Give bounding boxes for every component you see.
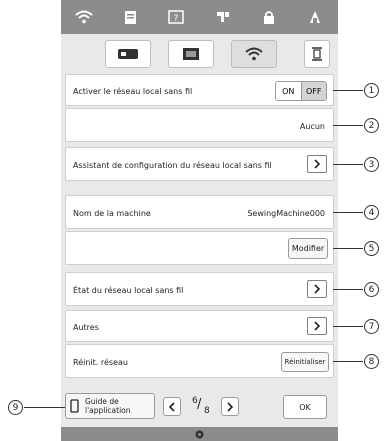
tab-row — [61, 34, 338, 74]
callout-6: 6 — [364, 282, 379, 297]
wifi-icon — [245, 47, 263, 61]
next-page-button[interactable] — [221, 397, 239, 416]
bottom-nav: Guide de l'application 6 / 8 OK — [61, 391, 338, 427]
callout-leader — [333, 248, 363, 249]
machine-name-value: SewingMachine000 — [247, 209, 325, 218]
screen-icon — [183, 48, 199, 60]
ok-button[interactable]: OK — [283, 395, 327, 419]
callout-leader — [333, 90, 363, 91]
others-label: Autres — [73, 323, 99, 332]
wireless-lan-toggle[interactable]: ON OFF — [275, 81, 327, 101]
wireless-lan-label: Activer le réseau local sans fil — [73, 87, 193, 96]
page-slash: / — [197, 397, 202, 412]
callout-leader — [333, 125, 363, 126]
document-icon[interactable] — [117, 6, 143, 28]
wireless-lan-row: Activer le réseau local sans fil ON OFF — [65, 74, 334, 106]
machine-icon — [118, 49, 138, 59]
callout-leader — [24, 407, 65, 408]
network-reset-row: Réinit. réseau Réinitialiser — [65, 344, 334, 378]
svg-text:?: ? — [174, 14, 179, 24]
top-toolbar: ? — [61, 0, 338, 34]
modify-button[interactable]: Modifier — [288, 238, 328, 259]
page-total: 8 — [204, 406, 210, 416]
callout-7: 7 — [364, 319, 379, 334]
tab-wifi[interactable] — [231, 40, 277, 68]
phone-icon — [70, 399, 79, 413]
app-guide-line1: Guide de — [85, 397, 119, 406]
toggle-on-button[interactable]: ON — [276, 82, 301, 100]
bottom-status-bar — [61, 427, 338, 441]
callout-leader — [333, 361, 363, 362]
app-guide-label: Guide de l'application — [85, 397, 131, 415]
settings-screen: ? Activer le réseau local sans fil ON OF… — [61, 0, 338, 441]
wireless-status-label: État du réseau local sans fil — [73, 286, 184, 295]
setup-wizard-label: Assistant de configuration du réseau loc… — [73, 161, 272, 170]
chevron-right-icon[interactable] — [307, 280, 327, 298]
callout-leader — [333, 164, 363, 165]
callout-8: 8 — [364, 354, 379, 369]
callout-leader — [333, 326, 363, 327]
app-guide-line2: l'application — [85, 406, 131, 415]
machine-name-label: Nom de la machine — [73, 209, 151, 218]
machine-name-row: Nom de la machine SewingMachine000 — [65, 195, 334, 229]
wireless-status-row[interactable]: État du réseau local sans fil — [65, 272, 334, 306]
prev-page-button[interactable] — [163, 397, 181, 416]
callout-leader — [333, 212, 363, 213]
callout-4: 4 — [364, 205, 379, 220]
network-reset-label: Réinit. réseau — [73, 358, 128, 367]
callout-5: 5 — [364, 241, 379, 256]
wifi-icon[interactable] — [71, 6, 97, 28]
callout-leader — [333, 289, 363, 290]
reset-button[interactable]: Réinitialiser — [281, 352, 329, 372]
expand-button[interactable] — [304, 40, 330, 68]
network-value-row: Aucun — [65, 108, 334, 142]
page-indicator: 6 / 8 — [187, 395, 215, 419]
chevron-right-icon[interactable] — [307, 155, 327, 173]
needle-icon[interactable] — [210, 6, 236, 28]
tab-screen[interactable] — [168, 40, 214, 68]
others-row[interactable]: Autres — [65, 310, 334, 342]
chevron-left-icon — [168, 401, 175, 412]
toggle-off-button[interactable]: OFF — [300, 82, 326, 100]
tab-machine[interactable] — [105, 40, 151, 68]
modify-row: Modifier — [65, 231, 334, 265]
callout-1: 1 — [364, 83, 379, 98]
callout-3: 3 — [364, 157, 379, 172]
help-icon[interactable]: ? — [163, 6, 189, 28]
chevron-right-icon — [227, 401, 234, 412]
setup-wizard-row[interactable]: Assistant de configuration du réseau loc… — [65, 147, 334, 181]
expand-icon — [312, 47, 322, 61]
chevron-right-icon[interactable] — [307, 317, 327, 335]
lock-icon[interactable] — [256, 6, 282, 28]
app-guide-button[interactable]: Guide de l'application — [65, 393, 155, 419]
callout-9: 9 — [8, 400, 23, 415]
network-value: Aucun — [299, 122, 325, 131]
home-icon[interactable] — [302, 6, 328, 28]
callout-2: 2 — [364, 118, 379, 133]
gear-icon — [195, 430, 204, 438]
